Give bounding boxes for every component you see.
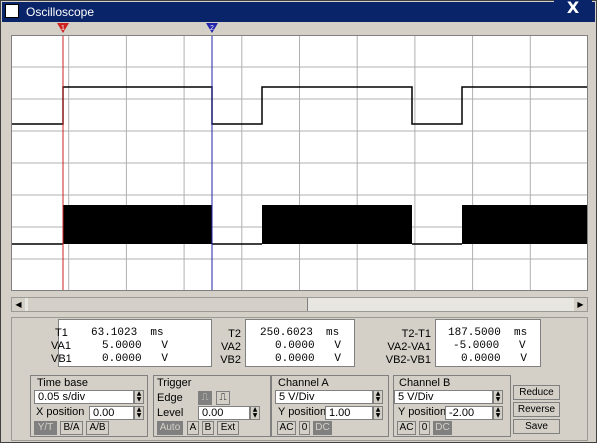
readout-label: VA2-VA1: [387, 341, 431, 353]
readout-value: 0.0000 V: [275, 353, 342, 365]
channel-b-zero-button[interactable]: 0: [419, 421, 430, 435]
readout-label: T2: [228, 328, 241, 340]
marker-1-label: 1: [61, 25, 65, 32]
spin-down-icon[interactable]: ▼: [135, 397, 143, 403]
channel-a-title: Channel A: [278, 377, 329, 389]
trigger-a-button[interactable]: A: [187, 421, 199, 435]
readout-label: VB1: [51, 353, 72, 365]
channel-b-ypos-label: Y position: [398, 406, 447, 418]
edge-label: Edge: [157, 392, 183, 404]
readout-value: 0.0000 V: [102, 353, 169, 365]
readout-label: T1: [55, 327, 68, 339]
channel-b-scale-spin[interactable]: ▲ ▼: [493, 390, 503, 404]
channel-a-dc-button[interactable]: DC: [313, 421, 332, 435]
level-field[interactable]: 0.00: [198, 406, 250, 420]
marker-flags: 1 2: [57, 23, 218, 33]
reverse-button[interactable]: Reverse: [513, 402, 560, 417]
timebase-title: Time base: [37, 377, 88, 389]
level-spin[interactable]: ▲ ▼: [250, 406, 260, 420]
mode-ab-button[interactable]: A/B: [86, 421, 109, 435]
spin-down-icon[interactable]: ▼: [374, 397, 382, 403]
level-label: Level: [157, 407, 184, 419]
trigger-title: Trigger: [157, 377, 192, 389]
channel-a-zero-button[interactable]: 0: [299, 421, 310, 435]
readout-label: VB2-VB1: [385, 354, 431, 366]
channel-a-group: Channel A 5 V/Div ▲ ▼ Y position 1.00 ▲ ▼ …: [271, 375, 389, 437]
readout-value: 0.0000 V: [461, 353, 528, 365]
oscilloscope-window: Oscilloscope X 1 2 ◀ ▶ T1 VA1 VB1 63.102…: [0, 0, 597, 443]
timebase-group: Time base 0.05 s/div ▲ ▼ X position 0.00 …: [30, 375, 148, 437]
trigger-ext-button[interactable]: Ext: [217, 421, 239, 435]
rising-edge-icon[interactable]: ⎍: [198, 391, 212, 405]
falling-edge-icon[interactable]: ⎍: [216, 391, 230, 405]
scope-screen[interactable]: [10, 35, 588, 291]
save-button[interactable]: Save: [513, 419, 560, 434]
window-icon: [5, 4, 19, 18]
readout-delta: 187.5000 ms -5.0000 V 0.0000 V: [435, 319, 541, 367]
readout-value: 250.6023 ms: [260, 327, 340, 339]
channel-a-scale-field[interactable]: 5 V/Div: [275, 390, 373, 404]
channel-a-ac-button[interactable]: AC: [277, 421, 296, 435]
channel-b-title: Channel B: [399, 377, 451, 389]
readout-value: 5.0000 V: [102, 340, 169, 352]
title-bar[interactable]: Oscilloscope X: [2, 0, 595, 22]
mode-ba-button[interactable]: B/A: [60, 421, 83, 435]
trigger-auto-button[interactable]: Auto: [157, 421, 183, 435]
channel-a-scale-spin[interactable]: ▲ ▼: [373, 390, 383, 404]
channel-b-group: Channel B 5 V/Div ▲ ▼ Y position -2.00 ▲ ▼…: [393, 375, 511, 437]
channel-b-burst: [262, 205, 412, 244]
timebase-spin[interactable]: ▲ ▼: [134, 390, 144, 404]
channel-b-burst: [63, 205, 212, 244]
reduce-button[interactable]: Reduce: [513, 385, 560, 400]
spin-down-icon[interactable]: ▼: [494, 413, 502, 419]
scope-svg: [10, 35, 588, 291]
xpos-spin[interactable]: ▲ ▼: [134, 406, 144, 420]
xpos-label: X position: [36, 406, 85, 418]
channel-a-ypos-field[interactable]: 1.00: [325, 406, 373, 420]
channel-a-ypos-label: Y position: [278, 406, 327, 418]
close-icon: X: [566, 0, 580, 17]
timebase-scale-field[interactable]: 0.05 s/div: [34, 390, 134, 404]
readout-label: VA1: [51, 340, 71, 352]
readout-value: 63.1023 ms: [91, 327, 164, 339]
window-title: Oscilloscope: [26, 5, 95, 19]
readout-value: -5.0000 V: [453, 340, 526, 352]
close-button[interactable]: X: [554, 0, 592, 16]
channel-b-dc-button[interactable]: DC: [433, 421, 452, 435]
spin-down-icon[interactable]: ▼: [374, 413, 382, 419]
readout-t2: 250.6023 ms 0.0000 V 0.0000 V: [245, 319, 355, 367]
channel-b-scale-field[interactable]: 5 V/Div: [394, 390, 493, 404]
channel-b-ac-button[interactable]: AC: [397, 421, 416, 435]
scroll-thumb[interactable]: [28, 298, 308, 311]
trigger-group: Trigger Edge ⎍ ⎍ Level 0.00 ▲ ▼ Auto A B …: [153, 375, 271, 437]
trigger-b-button[interactable]: B: [202, 421, 214, 435]
spin-down-icon[interactable]: ▼: [494, 397, 502, 403]
channel-b-burst: [462, 205, 588, 244]
xpos-field[interactable]: 0.00: [89, 406, 134, 420]
readout-value: 187.5000 ms: [448, 327, 528, 339]
marker-2-label: 2: [210, 25, 214, 32]
spin-down-icon[interactable]: ▼: [135, 413, 143, 419]
readout-value: 0.0000 V: [275, 340, 342, 352]
readout-t1: T1 VA1 VB1 63.1023 ms 5.0000 V 0.0000 V: [51, 319, 212, 367]
channel-b-ypos-spin[interactable]: ▲ ▼: [493, 406, 503, 420]
time-scrollbar[interactable]: ◀ ▶: [11, 297, 588, 312]
spin-down-icon[interactable]: ▼: [251, 413, 259, 419]
scroll-left-icon[interactable]: ◀: [12, 298, 25, 311]
channel-b-ypos-field[interactable]: -2.00: [445, 406, 493, 420]
scroll-right-icon[interactable]: ▶: [574, 298, 587, 311]
mode-yt-button[interactable]: Y/T: [34, 421, 57, 435]
readout-label: T2-T1: [401, 328, 431, 340]
readout-label: VA2: [221, 341, 241, 353]
channel-a-ypos-spin[interactable]: ▲ ▼: [373, 406, 383, 420]
readout-label: VB2: [220, 354, 241, 366]
